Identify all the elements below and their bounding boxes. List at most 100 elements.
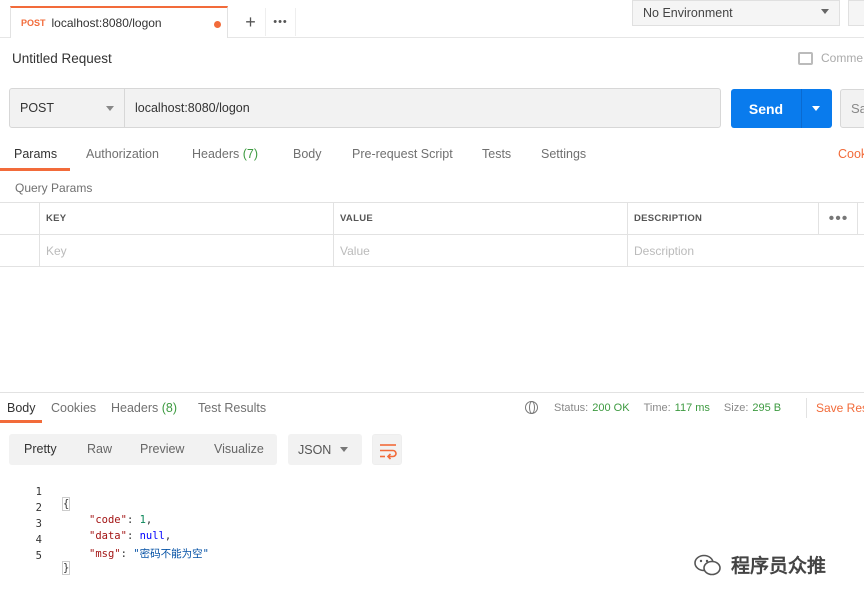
format-raw-button[interactable]: Raw (87, 442, 112, 456)
code-line: 3 "data": null, (0, 506, 172, 542)
response-status-line: Status: 200 OK Time: 117 ms Size: 295 B (525, 401, 795, 414)
request-tab[interactable]: POST localhost:8080/logon (10, 6, 228, 38)
response-tab-test-results[interactable]: Test Results (198, 401, 266, 415)
chevron-down-icon (106, 106, 114, 111)
code-line: 2 "code": 1, (0, 490, 153, 526)
tab-more-button[interactable]: ••• (266, 8, 296, 36)
tab-params[interactable]: Params (14, 147, 57, 161)
url-input[interactable]: localhost:8080/logon (125, 89, 720, 127)
code-line: 4 "msg": "密码不能为空" (0, 522, 209, 560)
comments-button[interactable]: Comme (798, 51, 863, 65)
cookies-link[interactable]: Cook (838, 147, 864, 161)
column-header-key: KEY (39, 203, 334, 234)
description-input[interactable]: Description (627, 235, 864, 266)
json-key-code: "code" (89, 514, 127, 526)
method-select[interactable]: POST (10, 89, 125, 127)
chevron-down-icon (821, 9, 829, 14)
request-title[interactable]: Untitled Request (12, 51, 112, 66)
environment-select-value: No Environment (643, 6, 733, 20)
method-select-value: POST (20, 101, 55, 115)
key-input[interactable]: Key (39, 235, 334, 266)
tab-settings-label: Settings (541, 147, 587, 161)
code-line: 5 } (0, 538, 71, 575)
more-icon: ••• (828, 209, 849, 227)
table-edge (857, 203, 864, 234)
chevron-down-icon (340, 447, 348, 452)
send-split-divider (801, 89, 802, 128)
send-button-label: Send (748, 100, 784, 117)
environment-select[interactable]: No Environment (632, 0, 840, 26)
language-select[interactable]: JSON (288, 434, 362, 465)
save-response-button[interactable]: Save Res (816, 401, 864, 415)
json-key-data: "data" (89, 530, 127, 542)
response-divider (0, 392, 864, 393)
code-content: "msg": "密码不能为空" (89, 548, 209, 560)
new-tab-button[interactable]: + (236, 8, 266, 36)
tab-body-label: Body (293, 147, 322, 161)
brace-close: } (62, 561, 71, 575)
tab-params-label: Params (14, 147, 58, 161)
comment-icon (798, 51, 813, 65)
tab-settings[interactable]: Settings (541, 147, 586, 161)
url-bar: POST localhost:8080/logon (9, 88, 721, 128)
send-button[interactable]: Send (731, 89, 832, 128)
request-tab-method: POST (21, 18, 46, 28)
send-options-chevron-icon[interactable] (812, 106, 820, 111)
tab-authorization[interactable]: Authorization (86, 147, 159, 161)
tab-headers[interactable]: Headers (7) (192, 147, 258, 161)
value-input[interactable]: Value (333, 235, 628, 266)
size-value[interactable]: 295 B (752, 402, 781, 414)
size-label: Size: (723, 401, 749, 414)
wrap-lines-icon (380, 444, 397, 460)
globe-icon[interactable] (525, 401, 538, 414)
tab-body[interactable]: Body (293, 147, 322, 161)
json-value-msg: "密码不能为空" (133, 548, 209, 560)
watermark: 程序员众推 (693, 551, 826, 578)
tab-pre-request-script-label: Pre-request Script (352, 147, 453, 161)
tab-pre-request-script[interactable]: Pre-request Script (352, 147, 453, 161)
status-value[interactable]: 200 OK (592, 402, 629, 414)
query-params-title: Query Params (15, 181, 93, 195)
tab-headers-label: Headers (192, 147, 240, 161)
table-header-row: KEY VALUE DESCRIPTION ••• (0, 203, 864, 235)
tab-tests[interactable]: Tests (482, 147, 511, 161)
environment-quicklook-button[interactable] (848, 0, 864, 26)
request-tabs: Params Authorization Headers (7) Body Pr… (0, 140, 864, 171)
response-active-tab-indicator (0, 420, 42, 423)
save-button[interactable]: Sa (840, 89, 864, 128)
format-visualize-button[interactable]: Visualize (214, 442, 264, 456)
code-content: "data": null, (89, 530, 172, 542)
table-more-button[interactable]: ••• (818, 203, 858, 234)
code-content: } (62, 561, 71, 575)
response-tab-headers[interactable]: Headers (8) (111, 401, 177, 415)
tab-tests-label: Tests (482, 147, 512, 161)
json-value-code: 1 (139, 514, 146, 526)
watermark-text: 程序员众推 (731, 556, 827, 577)
time-value[interactable]: 117 ms (675, 402, 710, 414)
time-label: Time: (643, 401, 671, 414)
format-preview-button[interactable]: Preview (140, 442, 184, 456)
unsaved-dot-icon (214, 21, 221, 28)
query-params-table: KEY VALUE DESCRIPTION ••• Key Value Desc… (0, 202, 864, 267)
format-pretty-button[interactable]: Pretty (24, 442, 57, 456)
response-tab-body[interactable]: Body (7, 401, 36, 415)
brace-open: { (62, 497, 71, 511)
active-tab-indicator (0, 168, 70, 171)
response-tab-headers-label: Headers (111, 401, 159, 415)
tab-headers-count: (7) (242, 147, 259, 161)
status-label: Status: (554, 401, 589, 414)
response-tab-headers-count: (8) (161, 401, 178, 415)
code-content: { (62, 497, 71, 511)
line-number: 5 (35, 550, 42, 562)
format-toggle-group: Pretty Raw Preview Visualize (9, 434, 277, 465)
request-tab-name: localhost:8080/logon (51, 16, 162, 30)
language-select-value: JSON (298, 442, 332, 457)
comments-label: Comme (821, 51, 864, 65)
wrap-lines-button[interactable] (372, 434, 402, 465)
code-content: "code": 1, (89, 514, 153, 526)
json-key-msg: "msg" (89, 548, 121, 560)
response-tab-cookies[interactable]: Cookies (51, 401, 96, 415)
wechat-icon (694, 554, 721, 575)
column-header-description: DESCRIPTION (627, 203, 819, 234)
column-header-value: VALUE (333, 203, 628, 234)
